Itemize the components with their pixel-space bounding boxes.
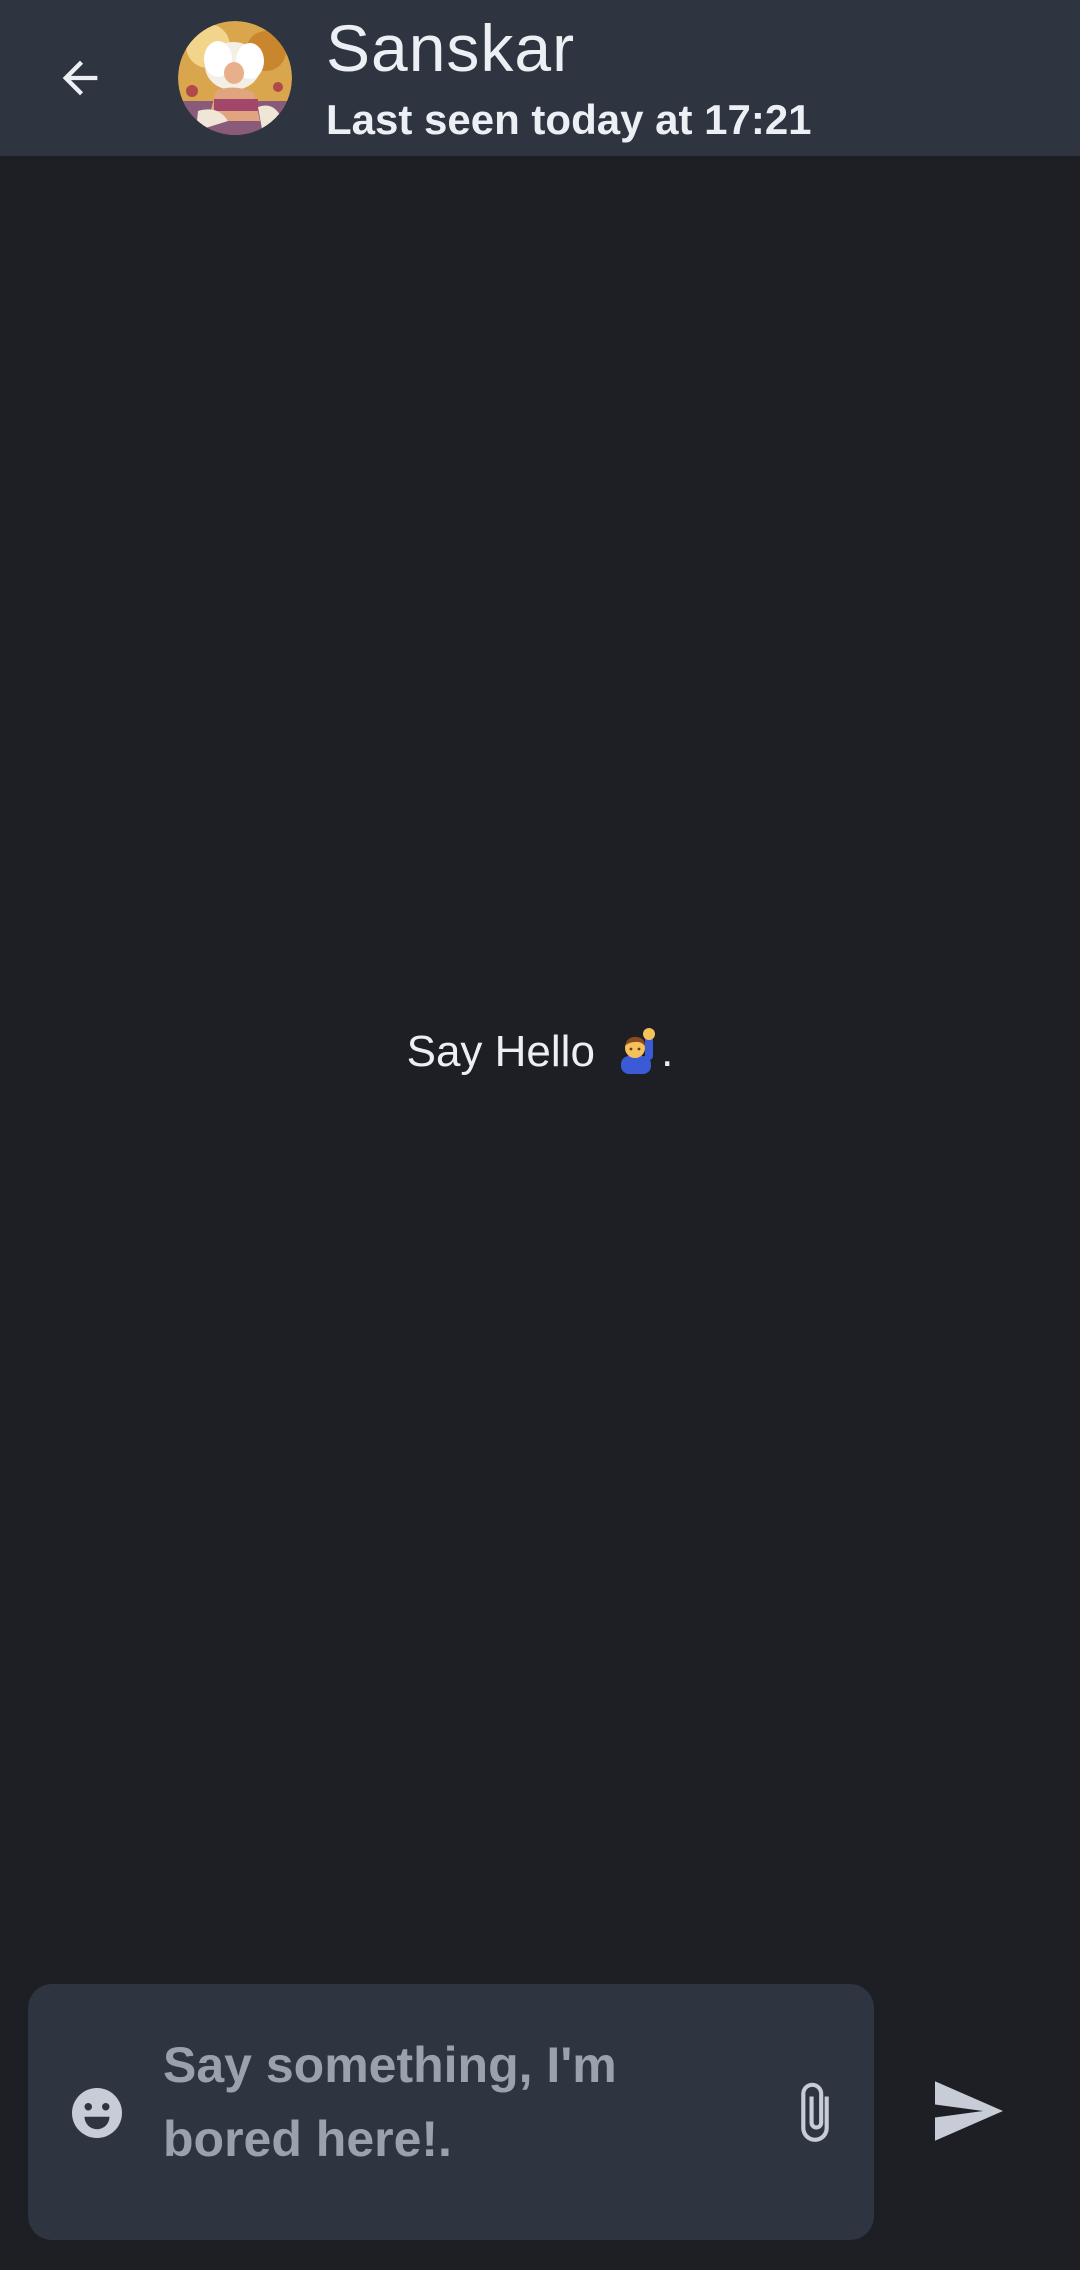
send-icon [935, 2081, 1003, 2141]
last-seen-status: Last seen today at 17:21 [326, 96, 812, 143]
empty-chat-message: Say Hello . [0, 1026, 1080, 1077]
message-composer [28, 1984, 874, 2240]
avatar[interactable] [178, 21, 292, 135]
send-button[interactable] [924, 2066, 1014, 2156]
contact-name[interactable]: Sanskar [326, 10, 575, 86]
avatar-icon [178, 21, 292, 135]
app-bar: Sanskar Last seen today at 17:21 [0, 0, 1080, 156]
chat-screen: Sanskar Last seen today at 17:21 Say Hel… [0, 0, 1080, 2270]
arrow-left-icon [62, 60, 98, 96]
empty-chat-text: Say Hello [406, 1027, 608, 1076]
empty-chat-suffix: . [661, 1027, 674, 1076]
attach-button[interactable] [780, 2068, 850, 2158]
message-input[interactable] [163, 2028, 763, 2198]
emoji-button[interactable] [62, 2078, 132, 2148]
emoji-smile-icon [72, 2088, 122, 2138]
person-raising-hand-emoji [621, 1028, 656, 1074]
back-button[interactable] [40, 38, 120, 118]
paperclip-icon [801, 2082, 829, 2142]
